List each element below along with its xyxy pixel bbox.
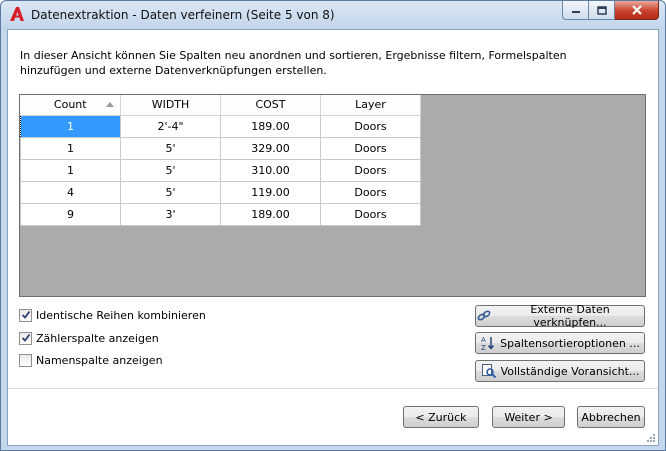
full-preview-button[interactable]: Vollständige Voransicht... <box>475 360 645 382</box>
maximize-icon <box>596 5 607 15</box>
table-cell[interactable]: Doors <box>320 114 421 138</box>
data-table: Count WIDTH COST Layer 1 2'-4" 189.00 Do… <box>20 95 421 226</box>
magnifier-preview-icon <box>481 363 497 379</box>
table-cell[interactable]: 5' <box>120 136 221 160</box>
table-row[interactable]: 4 5' 119.00 Doors <box>20 180 421 204</box>
column-sort-options-label: Spaltensortieroptionen ... <box>500 336 640 350</box>
close-icon <box>631 5 642 15</box>
table-row[interactable]: 1 2'-4" 189.00 Doors <box>20 114 421 138</box>
table-cell[interactable]: 2'-4" <box>120 114 221 138</box>
table-cell[interactable]: Doors <box>320 202 421 226</box>
count-column-label: Zählerspalte anzeigen <box>36 331 159 345</box>
table-cell[interactable]: 189.00 <box>220 202 321 226</box>
table-cell[interactable]: 1 <box>20 158 121 182</box>
table-cell[interactable]: 5' <box>120 158 221 182</box>
table-cell[interactable]: 189.00 <box>220 114 321 138</box>
table-cell[interactable]: 119.00 <box>220 180 321 204</box>
table-cell[interactable]: 5' <box>120 180 221 204</box>
table-header-row: Count WIDTH COST Layer <box>20 95 421 116</box>
table-cell[interactable]: Doors <box>320 158 421 182</box>
table-row[interactable]: 1 5' 310.00 Doors <box>20 158 421 182</box>
table-cell[interactable]: 310.00 <box>220 158 321 182</box>
link-external-data-button[interactable]: Externe Daten verknüpfen... <box>475 303 645 329</box>
full-preview-label: Vollständige Voransicht... <box>500 364 640 378</box>
table-row[interactable]: 1 5' 329.00 Doors <box>20 136 421 160</box>
minimize-icon <box>571 11 580 13</box>
chain-link-icon <box>476 308 492 324</box>
back-button[interactable]: < Zurück <box>403 406 479 428</box>
data-grid[interactable]: Count WIDTH COST Layer 1 2'-4" 189.00 Do… <box>19 94 646 297</box>
table-cell[interactable]: 329.00 <box>220 136 321 160</box>
table-row[interactable]: 9 3' 189.00 Doors <box>20 202 421 226</box>
table-cell[interactable]: 1 <box>20 114 121 138</box>
checkmark-icon <box>21 310 30 319</box>
dialog-client-area: In dieser Ansicht können Sie Spalten neu… <box>7 29 659 446</box>
column-header-width[interactable]: WIDTH <box>120 95 221 116</box>
count-column-checkbox[interactable] <box>19 331 32 345</box>
minimize-button[interactable] <box>562 1 589 20</box>
table-cell[interactable]: Doors <box>320 180 421 204</box>
name-column-label: Namenspalte anzeigen <box>36 353 163 367</box>
cancel-button[interactable]: Abbrechen <box>577 406 645 428</box>
page-description: In dieser Ansicht können Sie Spalten neu… <box>20 49 567 77</box>
link-external-data-label: Externe Daten verknüpfen... <box>530 303 610 329</box>
sort-az-icon: AZ <box>480 335 496 351</box>
column-header-count[interactable]: Count <box>20 95 121 116</box>
table-cell[interactable]: Doors <box>320 136 421 160</box>
table-cell[interactable]: 1 <box>20 136 121 160</box>
sort-ascending-icon <box>106 102 114 107</box>
combine-rows-label: Identische Reihen kombinieren <box>36 308 206 322</box>
column-header-layer[interactable]: Layer <box>320 95 421 116</box>
column-sort-options-button[interactable]: AZ Spaltensortieroptionen ... <box>475 332 645 354</box>
name-column-option[interactable]: Namenspalte anzeigen <box>19 352 163 368</box>
name-column-checkbox[interactable] <box>19 353 32 367</box>
autocad-logo-icon <box>10 7 24 21</box>
column-header-cost[interactable]: COST <box>220 95 321 116</box>
combine-rows-checkbox[interactable] <box>19 308 32 322</box>
maximize-button[interactable] <box>589 1 615 20</box>
dialog-window: Datenextraktion - Daten verfeinern (Seit… <box>0 0 666 451</box>
svg-text:Z: Z <box>481 344 486 351</box>
title-bar[interactable]: Datenextraktion - Daten verfeinern (Seit… <box>1 1 665 29</box>
table-cell[interactable]: 3' <box>120 202 221 226</box>
resize-grip-icon[interactable] <box>646 433 656 443</box>
button-separator <box>8 388 658 389</box>
count-column-option[interactable]: Zählerspalte anzeigen <box>19 330 159 346</box>
svg-text:A: A <box>481 336 486 344</box>
close-button[interactable] <box>615 1 659 20</box>
caption-buttons <box>562 1 659 21</box>
table-cell[interactable]: 4 <box>20 180 121 204</box>
next-button[interactable]: Weiter > <box>492 406 565 428</box>
table-cell[interactable]: 9 <box>20 202 121 226</box>
combine-rows-option[interactable]: Identische Reihen kombinieren <box>19 307 206 323</box>
window-title: Datenextraktion - Daten verfeinern (Seit… <box>31 8 335 22</box>
checkmark-icon <box>21 333 30 342</box>
